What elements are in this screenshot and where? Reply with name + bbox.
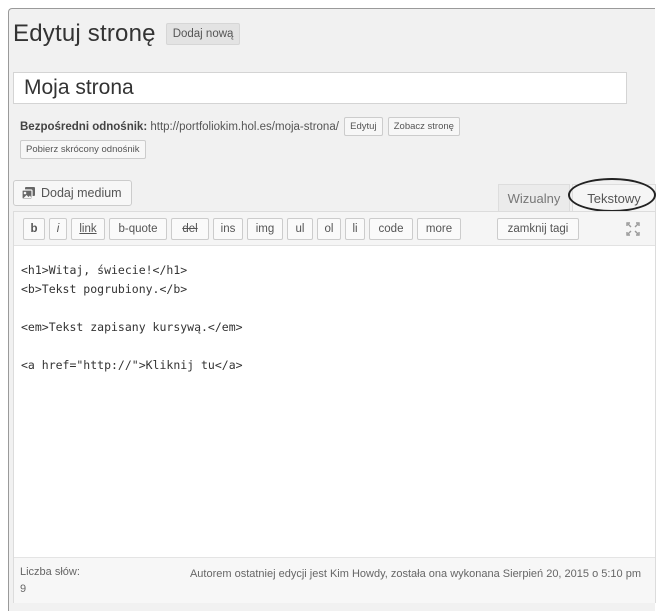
code-textarea[interactable]: <h1>Witaj, świecie!</h1> <b>Tekst pogrub… — [21, 261, 243, 375]
qt-italic-button[interactable]: i — [49, 218, 67, 240]
tab-visual[interactable]: Wizualny — [498, 184, 570, 212]
qt-ins-button[interactable]: ins — [213, 218, 243, 240]
add-media-label: Dodaj medium — [41, 186, 122, 200]
qt-more-button[interactable]: more — [417, 218, 461, 240]
view-page-button[interactable]: Zobacz stronę — [387, 117, 460, 137]
add-new-button[interactable]: Dodaj nową — [165, 23, 241, 45]
tab-text[interactable]: Tekstowy — [572, 184, 656, 212]
qt-code-button[interactable]: code — [369, 218, 413, 240]
add-media-button[interactable]: Dodaj medium — [13, 180, 132, 206]
shortlink-row: Pobierz skrócony odnośnik — [20, 139, 630, 161]
qt-img-button[interactable]: img — [247, 218, 283, 240]
qt-link-button[interactable]: link — [71, 218, 105, 240]
qt-li-button[interactable]: li — [345, 218, 365, 240]
qt-ul-button[interactable]: ul — [287, 218, 313, 240]
status-bar: Liczba słów: 9 Autorem ostatniej edycji … — [14, 557, 655, 603]
qt-blockquote-button[interactable]: b-quote — [109, 218, 167, 240]
page-title: Edytuj stronę — [13, 20, 156, 47]
fullscreen-icon[interactable] — [626, 222, 640, 236]
permalink-label: Bezpośredni odnośnik: — [20, 121, 148, 133]
post-title-input[interactable]: Moja strona — [13, 72, 627, 104]
qt-bold-button[interactable]: b — [23, 218, 45, 240]
text-editor: b i link b-quote del ins img ul ol li co… — [13, 211, 656, 603]
qt-close-tags-button[interactable]: zamknij tagi — [497, 218, 579, 240]
permalink-edit-button[interactable]: Edytuj — [344, 117, 383, 137]
word-count-label: Liczba słów: — [20, 566, 80, 578]
page-header: Edytuj stronę Dodaj nową — [13, 20, 241, 48]
permalink-row: Bezpośredni odnośnik: http://portfolioki… — [20, 116, 630, 161]
quicktags-toolbar: b i link b-quote del ins img ul ol li co… — [14, 212, 655, 246]
qt-del-button[interactable]: del — [171, 218, 209, 240]
permalink-url[interactable]: http://portfoliokim.hol.es/moja-strona/ — [150, 121, 339, 133]
word-count-value: 9 — [20, 583, 27, 595]
qt-ol-button[interactable]: ol — [317, 218, 341, 240]
get-shortlink-button[interactable]: Pobierz skrócony odnośnik — [20, 140, 146, 160]
last-edit-info: Autorem ostatniej edycji jest Kim Howdy,… — [189, 568, 641, 580]
media-icon — [21, 186, 36, 200]
